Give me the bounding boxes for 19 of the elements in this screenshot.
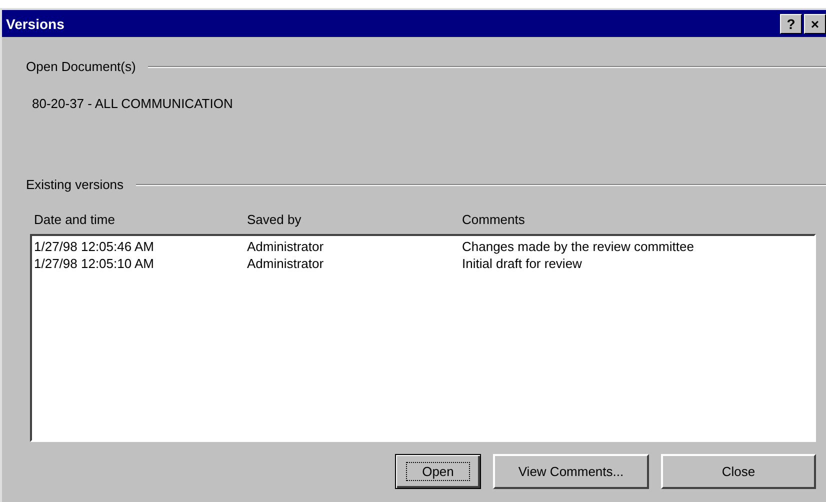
group-label: Existing versions — [26, 177, 124, 192]
dialog-button[interactable]: Open — [395, 454, 481, 489]
window-title: Versions — [6, 16, 64, 32]
close-button[interactable]: × — [804, 14, 826, 34]
dialog-button[interactable]: Close — [661, 454, 816, 489]
help-button[interactable]: ? — [780, 14, 802, 34]
group-label: Open Document(s) — [26, 59, 136, 74]
column-header: Comments — [462, 212, 525, 229]
column-header: Date and time — [34, 212, 116, 229]
list-cell-text: 1/27/98 12:05:46 AM — [34, 238, 155, 255]
column-header: Saved by — [247, 212, 302, 229]
list-cell: Initial draft for review — [462, 255, 582, 272]
document-name: 80-20-37 - ALL COMMUNICATION — [31, 96, 234, 111]
list-cell-text: Administrator — [247, 255, 325, 272]
list-cell-text: 1/27/98 12:05:10 AM — [34, 255, 155, 272]
versions-list[interactable]: 1/27/98 12:05:46 AM Administrator Changes made by the review committee 1/27/98 12:05:10 AM Administrator Initial draft for review — [30, 234, 816, 442]
list-cell-text: Administrator — [247, 238, 325, 255]
list-cell: Changes made by the review committee — [462, 238, 694, 255]
dialog-button[interactable]: View Comments... — [493, 454, 649, 489]
